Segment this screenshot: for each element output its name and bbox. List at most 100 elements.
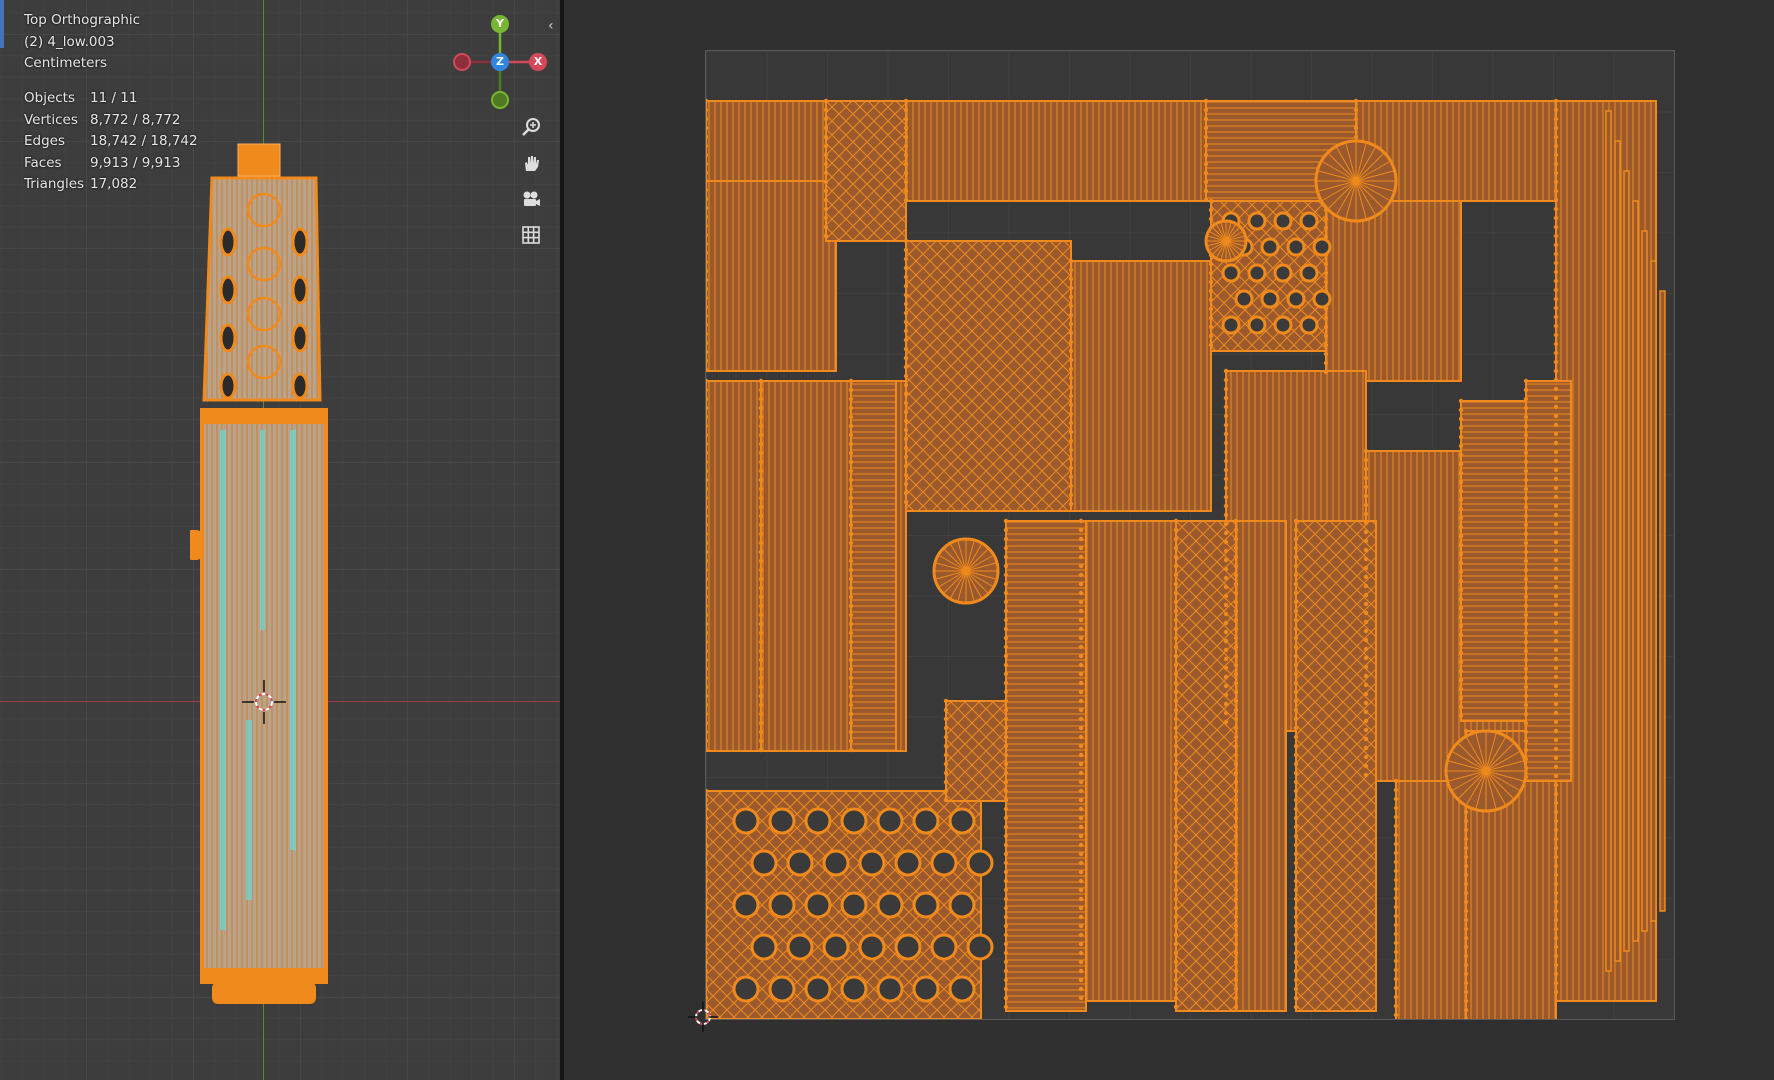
uv-vertex (903, 445, 909, 451)
uv-vertex (1293, 914, 1299, 920)
uv-vertex (1393, 904, 1399, 910)
uv-vertex (903, 116, 909, 122)
gizmo-neg-x-axis[interactable] (453, 53, 471, 71)
uv-vertex (1458, 587, 1464, 593)
uv-vertex (1173, 626, 1179, 632)
mesh-model[interactable] (190, 130, 340, 1010)
uv-vertex (758, 612, 764, 618)
uv-vertex (1003, 698, 1009, 704)
uv-vertex (943, 725, 949, 731)
uv-vertex (1553, 341, 1559, 347)
uv-island (1395, 780, 1467, 1019)
uv-vertex (1003, 788, 1009, 794)
uv-islands[interactable] (706, 51, 1674, 1019)
uv-vertex (758, 639, 764, 645)
uv-vertex (1223, 710, 1229, 716)
uv-vertex (848, 630, 854, 636)
uv-vertex (1003, 995, 1009, 1001)
gizmo-x-axis[interactable]: X (529, 53, 547, 71)
uv-vertex (903, 292, 909, 298)
zoom-icon[interactable] (516, 112, 546, 142)
uv-vertex (758, 558, 764, 564)
uv-island (905, 100, 1207, 202)
uv-vertex (903, 274, 909, 280)
uv-vertex (1363, 655, 1369, 661)
uv-vertex (1003, 815, 1009, 821)
uv-vertex (1523, 630, 1529, 636)
uv-vertex (1223, 377, 1229, 383)
uv-vertex (1458, 650, 1464, 656)
uv-vertex (848, 405, 854, 411)
uv-vertex (1173, 527, 1179, 533)
uv-vertex (1458, 668, 1464, 674)
uv-vertex (1553, 242, 1559, 248)
navigation-gizmo[interactable]: Y Z X (448, 15, 552, 112)
uv-island (1312, 237, 1332, 257)
uv-island (706, 100, 827, 182)
uv-vertex (1393, 868, 1399, 874)
hand-pan-icon[interactable] (516, 148, 546, 178)
uv-vertex (1203, 143, 1209, 149)
uv-vertex (1323, 279, 1329, 285)
uv-vertex (1078, 770, 1084, 776)
uv-vertex (1363, 511, 1369, 517)
uv-vertex (903, 134, 909, 140)
uv-vertex (943, 779, 949, 785)
uv-vertex (1173, 932, 1179, 938)
uv-vertex (1363, 610, 1369, 616)
gizmo-y-axis[interactable]: Y (491, 15, 509, 33)
uv-vertex (758, 630, 764, 636)
uv-vertex (1363, 601, 1369, 607)
uv-island (948, 975, 976, 1003)
2d-cursor[interactable] (688, 1002, 718, 1032)
uv-vertex (758, 396, 764, 402)
uv-vertex (1203, 134, 1209, 140)
uv-vertex (1553, 206, 1559, 212)
uv-vertex (1293, 833, 1299, 839)
uv-vertex (1463, 926, 1469, 932)
uv-island (750, 849, 778, 877)
uv-vertex (1553, 701, 1559, 707)
uv-vertex (1223, 629, 1229, 635)
uv-editor[interactable] (564, 0, 1774, 1080)
3d-viewport[interactable]: Top Orthographic (2) 4_low.003 Centimete… (0, 0, 560, 1080)
uv-vertex (1553, 818, 1559, 824)
gizmo-z-axis[interactable]: Z (491, 53, 509, 71)
uv-vertex (1078, 797, 1084, 803)
uv-vertex (1553, 872, 1559, 878)
uv-vertex (1323, 261, 1329, 267)
uv-vertex (1223, 593, 1229, 599)
uv-vertex (1523, 585, 1529, 591)
uv-vertex (903, 107, 909, 113)
uv-vertex (1458, 695, 1464, 701)
uv-vertex (1068, 474, 1074, 480)
uv-vertex (1523, 738, 1529, 744)
uv-vertex (1003, 842, 1009, 848)
uv-vertex (1293, 752, 1299, 758)
uv-vertex (1323, 360, 1329, 366)
uv-vertex (1523, 693, 1529, 699)
uv-island (822, 849, 850, 877)
uv-vertex (1293, 779, 1299, 785)
uv-vertex (1223, 539, 1229, 545)
uv-vertex (1553, 971, 1559, 977)
uv-vertex (1293, 896, 1299, 902)
camera-icon[interactable] (516, 184, 546, 214)
uv-vertex (903, 179, 909, 185)
uv-vertex (1553, 593, 1559, 599)
uv-vertex (1208, 216, 1214, 222)
uv-vertex (943, 788, 949, 794)
uv-vertex (1003, 923, 1009, 929)
uv-vertex (1173, 725, 1179, 731)
uv-vertex (1208, 261, 1214, 267)
gizmo-neg-y-axis[interactable] (491, 91, 509, 109)
uv-island (732, 975, 760, 1003)
grid-icon[interactable] (516, 220, 546, 250)
uv-vertex (823, 179, 829, 185)
uv-vertex (758, 459, 764, 465)
chevron-left-icon[interactable]: ‹ (548, 18, 554, 34)
uv-vertex (1553, 125, 1559, 131)
uv-vertex (1233, 527, 1239, 533)
uv-vertex (848, 639, 854, 645)
3d-cursor[interactable] (242, 680, 286, 724)
